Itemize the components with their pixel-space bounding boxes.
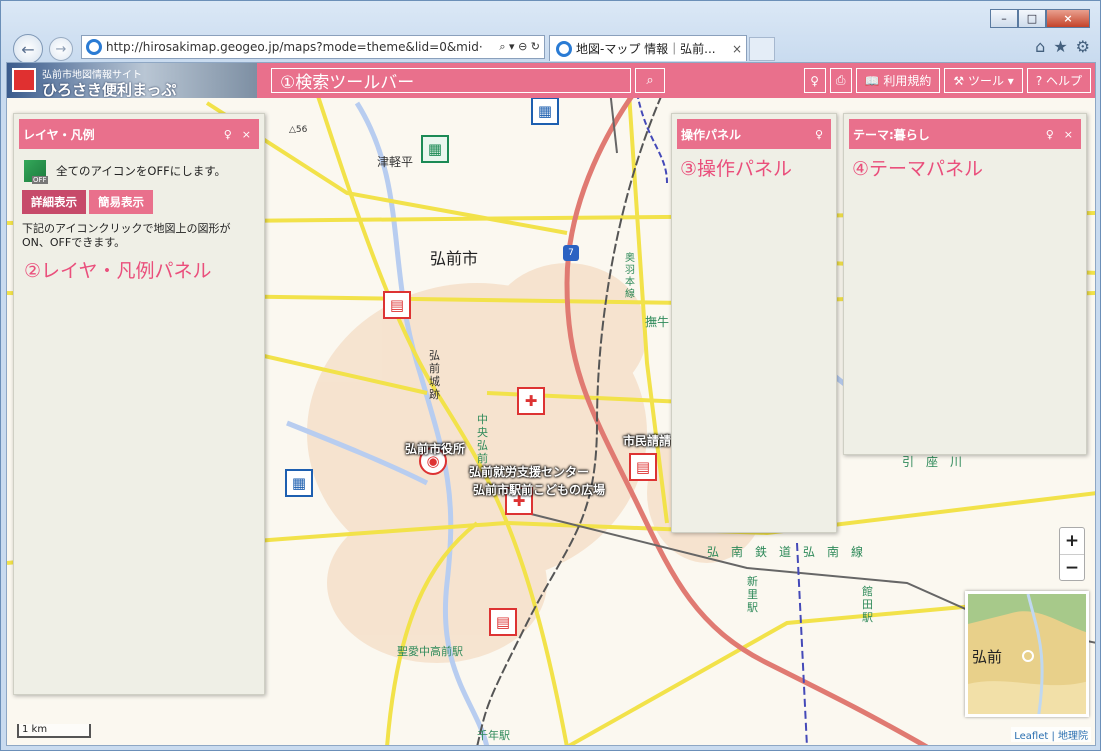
browser-toolbar-icons: ⌂ ★ ⚙ — [1035, 37, 1090, 56]
layer-panel-header: レイヤ・凡例 ♀ × — [19, 119, 259, 149]
map-label-elevation: △56 — [289, 125, 308, 135]
theme-panel-title: テーマ:暮らし — [853, 127, 930, 142]
browser-tab[interactable]: 地図-マップ 情報｜弘前... × — [549, 35, 747, 61]
map-scale-bar: 1 km — [17, 724, 91, 738]
header-buttons: ♀ ⎙ 📖 利用規約 ⚒ ツール ▾ ? ヘルプ — [803, 68, 1091, 93]
detail-view-button[interactable]: 詳細表示 — [22, 190, 86, 214]
map-label-chitose: 千年駅 — [477, 729, 510, 742]
layer-panel-pin-icon[interactable]: ♀ — [224, 128, 232, 141]
map-label-tateda: 館 田 駅 — [862, 585, 873, 624]
settings-gear-icon[interactable]: ⚙ — [1076, 37, 1090, 56]
ie-logo-icon — [86, 39, 102, 55]
pin-icon: ♀ — [810, 73, 820, 88]
new-tab-button[interactable] — [749, 37, 775, 61]
poi-label-shimin[interactable]: 市民請請 — [623, 432, 671, 449]
map-label-konan: 弘 南 鉄 道 弘 南 線 — [707, 545, 864, 559]
address-url[interactable]: http://hirosakimap.geogeo.jp/maps?mode=t… — [106, 40, 495, 54]
fire-truck-poi-icon[interactable]: ▤ — [629, 453, 657, 481]
hospital-poi-icon[interactable]: ✚ — [517, 387, 545, 415]
pin-button[interactable]: ♀ — [803, 68, 826, 93]
search-toolbar[interactable]: ①検索ツールバー — [271, 68, 631, 93]
logo-title: ひろさき便利まっぷ — [42, 81, 177, 98]
search-toolbar-note: ①検索ツールバー — [280, 73, 415, 93]
print-button[interactable]: ⎙ — [829, 68, 852, 93]
tab-title: 地図-マップ 情報｜弘前... — [576, 42, 716, 56]
page-content: 弘前市 津軽平 △56 弘 前 城 跡 中 央 弘 前 聖愛中高前駅 弘 南 鉄… — [6, 62, 1096, 746]
layer-panel-title: レイヤ・凡例 — [23, 127, 95, 142]
map-label-za: 引 座 川 — [902, 455, 963, 469]
map-label-ou: 奥 羽 本 線 — [625, 253, 635, 300]
op-panel-header: 操作パネル ♀ — [677, 119, 831, 149]
simple-view-button[interactable]: 簡易表示 — [89, 190, 153, 214]
map-label-tsugaru: 津軽平 — [377, 155, 414, 169]
map-label-castle: 弘 前 城 跡 — [429, 349, 440, 401]
theme-panel: テーマ:暮らし ♀ × ④テーマパネル — [843, 113, 1087, 455]
layer-panel-note: ②レイヤ・凡例パネル — [24, 260, 212, 282]
off-badge: OFF — [32, 176, 48, 184]
map-label-chuo: 中 央 弘 前 — [477, 413, 488, 465]
layer-panel-close-icon[interactable]: × — [242, 128, 251, 141]
search-button[interactable]: ⌕ — [635, 68, 665, 93]
factory-cluster-poi-icon[interactable]: ▦ — [421, 135, 449, 163]
back-arrow-icon: ← — [21, 39, 35, 59]
back-button[interactable]: ← — [13, 34, 43, 64]
address-controls[interactable]: ⌕ ▾ ⊖ ↻ — [495, 40, 544, 54]
theme-panel-close-icon[interactable]: × — [1064, 128, 1073, 141]
map-off-icon[interactable]: OFF — [24, 160, 48, 184]
window-controls: – □ × — [990, 9, 1090, 28]
map-label-shinzato: 新 里 駅 — [747, 575, 758, 614]
favorites-star-icon[interactable]: ★ — [1053, 37, 1067, 56]
maximize-button[interactable]: □ — [1018, 9, 1046, 28]
tab-close-icon[interactable]: × — [728, 42, 746, 56]
map-label-city: 弘前市 — [430, 249, 479, 268]
help-button[interactable]: ? ヘルプ — [1026, 68, 1091, 93]
factory-2-poi-icon[interactable]: ▦ — [285, 469, 313, 497]
map-label-buu: 撫牛 — [645, 315, 670, 329]
address-bar[interactable]: http://hirosakimap.geogeo.jp/maps?mode=t… — [81, 35, 545, 59]
home-icon[interactable]: ⌂ — [1035, 37, 1045, 56]
zoom-in-button[interactable]: + — [1060, 528, 1084, 554]
factory-poi-icon[interactable]: ▦ — [531, 97, 559, 125]
theme-panel-note: ④テーマパネル — [852, 158, 984, 180]
fire-truck-2-poi-icon[interactable]: ▤ — [489, 608, 517, 636]
site-header: 弘前市地図情報サイト ひろさき便利まっぷ ①検索ツールバー ⌕ ♀ ⎙ 📖 利用… — [7, 63, 1095, 98]
operation-panel: 操作パネル ♀ ③操作パネル — [671, 113, 837, 533]
all-off-row[interactable]: OFF 全てのアイコンをOFFにします。 — [14, 154, 264, 188]
display-mode-buttons: 詳細表示 簡易表示 — [14, 188, 264, 216]
map-attribution[interactable]: Leaflet | 地理院 — [1011, 727, 1091, 742]
op-panel-pin-icon[interactable]: ♀ — [815, 128, 823, 141]
minimap-label: 弘前 — [972, 648, 1003, 666]
tab-ie-icon — [556, 40, 572, 57]
print-icon: ⎙ — [835, 73, 846, 87]
all-off-text: 全てのアイコンをOFFにします。 — [56, 164, 227, 178]
op-panel-note: ③操作パネル — [680, 158, 793, 180]
op-panel-title: 操作パネル — [681, 127, 742, 142]
zoom-control: + − — [1059, 527, 1085, 581]
site-logo[interactable]: 弘前市地図情報サイト ひろさき便利まっぷ — [7, 63, 257, 98]
city-emblem-icon — [12, 68, 36, 92]
map-label-seiai: 聖愛中高前駅 — [397, 645, 463, 658]
overview-minimap[interactable]: 弘前 — [965, 591, 1089, 717]
minimize-button[interactable]: – — [990, 9, 1018, 28]
layer-legend-panel: レイヤ・凡例 ♀ × OFF 全てのアイコンをOFFにします。 詳細表示 簡易表… — [13, 113, 265, 695]
close-window-button[interactable]: × — [1046, 9, 1090, 28]
terms-button[interactable]: 📖 利用規約 — [855, 68, 941, 93]
poi-label-hiroba[interactable]: 弘前市駅前こどもの広場 — [473, 481, 605, 498]
theme-panel-pin-icon[interactable]: ♀ — [1046, 128, 1054, 141]
poi-label-shuro[interactable]: 弘前就労支援センター — [469, 463, 589, 480]
forward-button[interactable]: → — [49, 37, 73, 61]
forward-arrow-icon: → — [55, 41, 67, 57]
poi-label-city-hall[interactable]: 弘前市役所 — [405, 440, 465, 457]
route-7-shield: 7 — [563, 245, 579, 261]
browser-window: – □ × ← → http://hirosakimap.geogeo.jp/m… — [0, 0, 1101, 751]
zoom-out-button[interactable]: − — [1060, 554, 1084, 580]
tools-menu-button[interactable]: ⚒ ツール ▾ — [944, 68, 1023, 93]
fire-station-poi-icon[interactable]: ▤ — [383, 291, 411, 319]
search-icon: ⌕ — [646, 73, 654, 88]
theme-panel-header: テーマ:暮らし ♀ × — [849, 119, 1081, 149]
layer-panel-description: 下記のアイコンクリックで地図上の図形がON、OFFできます。 — [22, 222, 231, 249]
